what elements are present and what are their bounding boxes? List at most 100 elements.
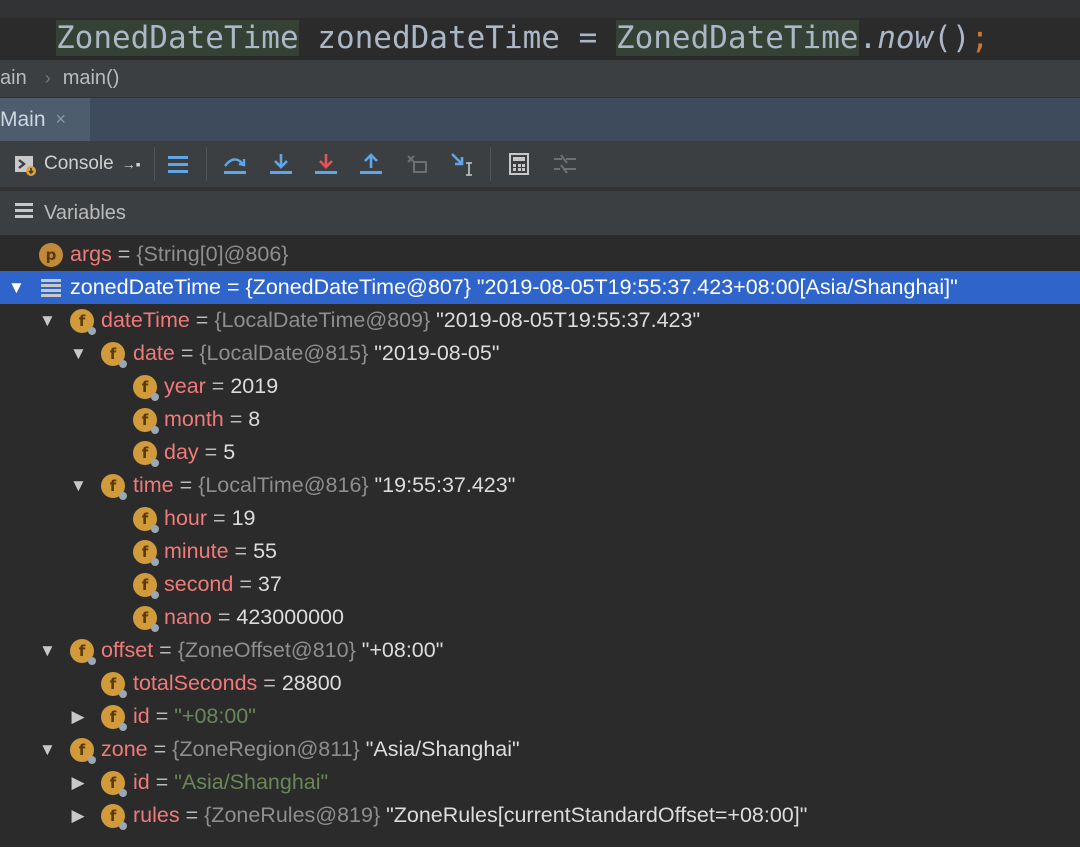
tree-row-totalSeconds[interactable]: f totalSeconds = 28800 (0, 667, 1080, 700)
variables-title: Variables (44, 201, 126, 224)
expand-arrow-icon[interactable]: ▼ (70, 344, 87, 364)
console-icon (14, 154, 36, 176)
step-over-button[interactable] (220, 149, 250, 179)
menu-lines-icon (14, 201, 34, 225)
breadcrumb-chevron-icon: › (44, 68, 51, 88)
tree-row-zonedDateTime[interactable]: ▼ zonedDateTime = {ZonedDateTime@807} "2… (0, 271, 1080, 304)
tree-row-year[interactable]: f year = 2019 (0, 370, 1080, 403)
parameter-icon: p (39, 242, 63, 267)
tree-row-dateTime[interactable]: ▼ f dateTime = {LocalDateTime@809} "2019… (0, 304, 1080, 337)
drop-frame-button[interactable] (402, 149, 432, 179)
field-icon: f (133, 506, 159, 533)
show-execution-point-button[interactable] (164, 149, 192, 179)
collapse-arrow-icon[interactable]: ▶ (70, 806, 86, 826)
expand-arrow-icon[interactable]: ▼ (8, 278, 25, 298)
variable-text: zonedDateTime = {ZonedDateTime@807} "201… (70, 275, 958, 299)
calculator-icon (509, 153, 529, 175)
tree-row-zone-id[interactable]: ▶ f id = "Asia/Shanghai" (0, 766, 1080, 799)
toolbar-separator (206, 147, 207, 181)
variable-text: dateTime = {LocalDateTime@809} "2019-08-… (101, 308, 701, 332)
variable-text: second = 37 (164, 572, 282, 596)
breadcrumb-item-method[interactable]: main() (63, 67, 120, 90)
variables-header: Variables (0, 191, 1080, 235)
variable-text: minute = 55 (164, 539, 277, 563)
code-assign-token: zonedDateTime = (298, 20, 616, 56)
breadcrumb-item-class[interactable]: ain (0, 67, 27, 90)
code-type-token: ZonedDateTime (56, 20, 299, 56)
variable-text: offset = {ZoneOffset@810} "+08:00" (101, 638, 444, 662)
variable-text: month = 8 (164, 407, 261, 431)
step-out-icon (360, 153, 382, 174)
tree-row-nano[interactable]: f nano = 423000000 (0, 601, 1080, 634)
code-class-token: ZonedDateTime (615, 20, 859, 56)
variable-text: id = "+08:00" (133, 704, 256, 728)
step-over-icon (224, 158, 246, 174)
field-icon: f (101, 473, 127, 500)
tree-row-hour[interactable]: f hour = 19 (0, 502, 1080, 535)
tab-main-label: Main (0, 107, 46, 131)
step-into-icon (270, 154, 292, 174)
drop-frame-icon (407, 155, 427, 173)
tree-row-args[interactable]: p args = {String[0]@806} (0, 238, 1080, 271)
code-dot-token: . (858, 20, 878, 56)
field-icon: f (133, 572, 159, 599)
variable-text: day = 5 (164, 440, 236, 464)
expand-arrow-icon[interactable]: ▼ (39, 740, 56, 760)
variable-text: time = {LocalTime@816} "19:55:37.423" (133, 473, 516, 497)
list-lines-icon (168, 156, 188, 173)
collapse-arrow-icon[interactable]: ▶ (70, 707, 86, 727)
console-label: Console (44, 153, 114, 174)
tree-row-time[interactable]: ▼ f time = {LocalTime@816} "19:55:37.423… (0, 469, 1080, 502)
tab-main[interactable]: Main × (0, 98, 90, 141)
expand-arrow-icon[interactable]: ▼ (39, 311, 56, 331)
variable-text: date = {LocalDate@815} "2019-08-05" (133, 341, 500, 365)
field-icon: f (70, 308, 96, 335)
tree-row-offset[interactable]: ▼ f offset = {ZoneOffset@810} "+08:00" (0, 634, 1080, 667)
expand-arrow-icon[interactable]: ▼ (70, 476, 87, 496)
tree-row-date[interactable]: ▼ f date = {LocalDate@815} "2019-08-05" (0, 337, 1080, 370)
close-icon[interactable]: × (56, 109, 67, 130)
force-step-into-button[interactable] (311, 149, 341, 179)
tree-row-zone[interactable]: ▼ f zone = {ZoneRegion@811} "Asia/Shangh… (0, 733, 1080, 766)
field-icon: f (133, 440, 159, 467)
expand-arrow-icon[interactable]: ▼ (39, 641, 56, 661)
field-icon: f (133, 407, 159, 434)
field-icon: f (101, 671, 127, 698)
variable-text: id = "Asia/Shanghai" (133, 770, 329, 794)
pin-arrow-icon: →▪ (121, 156, 141, 172)
console-button[interactable]: Console →▪ (14, 149, 141, 179)
tree-row-second[interactable]: f second = 37 (0, 568, 1080, 601)
toolbar-separator (490, 147, 491, 181)
variable-text: hour = 19 (164, 506, 256, 530)
field-icon: f (101, 770, 127, 797)
step-out-button[interactable] (356, 149, 386, 179)
run-to-cursor-button[interactable] (448, 149, 478, 179)
evaluate-expression-button[interactable] (504, 149, 534, 179)
code-semicolon-token: ; (970, 20, 990, 56)
field-icon: f (70, 638, 96, 665)
tree-row-offset-id[interactable]: ▶ f id = "+08:00" (0, 700, 1080, 733)
field-icon: f (70, 737, 96, 764)
step-into-button[interactable] (266, 149, 296, 179)
object-list-icon (41, 278, 61, 297)
variable-text: args = {String[0]@806} (70, 242, 289, 266)
collapse-arrow-icon[interactable]: ▶ (70, 773, 86, 793)
force-step-into-icon (315, 154, 337, 174)
debug-tab-bar: Main × (0, 98, 1080, 141)
tree-row-rules[interactable]: ▶ f rules = {ZoneRules@819} "ZoneRules[c… (0, 799, 1080, 832)
field-icon: f (101, 803, 127, 830)
variable-text: rules = {ZoneRules@819} "ZoneRules[curre… (133, 803, 808, 827)
field-icon: f (133, 539, 159, 566)
code-parens-token: () (933, 20, 971, 56)
trace-stream-button[interactable] (550, 149, 580, 179)
tree-row-minute[interactable]: f minute = 55 (0, 535, 1080, 568)
variable-text: year = 2019 (164, 374, 279, 398)
variable-text: nano = 423000000 (164, 605, 344, 629)
stream-trace-icon (554, 154, 576, 174)
field-icon: f (133, 605, 159, 632)
run-to-cursor-icon (451, 153, 472, 176)
toolbar-separator (154, 147, 155, 181)
tree-row-month[interactable]: f month = 8 (0, 403, 1080, 436)
field-icon: f (133, 374, 159, 401)
tree-row-day[interactable]: f day = 5 (0, 436, 1080, 469)
